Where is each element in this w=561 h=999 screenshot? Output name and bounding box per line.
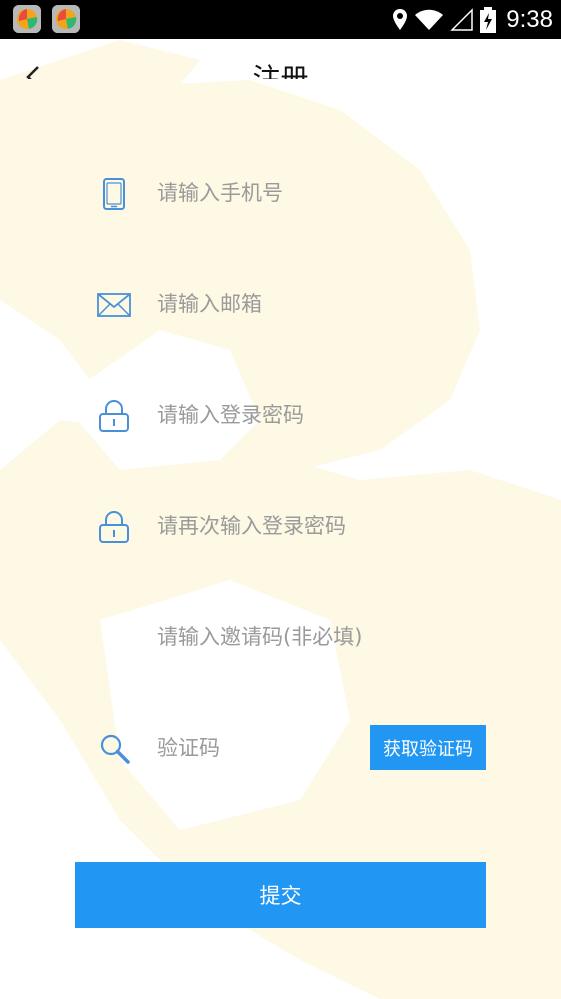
phone-input[interactable] — [157, 176, 487, 210]
page-title: 注册 — [252, 62, 309, 79]
invite-row — [0, 606, 561, 666]
signal-icon — [450, 7, 474, 31]
app-icon — [13, 5, 41, 33]
get-code-button[interactable]: 获取验证码 — [370, 725, 486, 770]
confirm-password-input[interactable] — [157, 509, 487, 543]
wifi-icon — [415, 9, 444, 30]
lock-icon — [96, 398, 132, 434]
email-row — [0, 273, 561, 333]
email-input[interactable] — [157, 287, 487, 321]
status-bar: 9:38 — [0, 0, 561, 39]
invite-code-input[interactable] — [157, 620, 487, 654]
battery-charging-icon — [480, 6, 497, 33]
register-screen: 9:38 注册 请输入手机号 请输入邮箱 请输入邀请码(非必填) 验证码 获取验… — [0, 0, 561, 999]
mail-icon — [96, 287, 132, 323]
location-icon — [393, 8, 408, 30]
clock: 9:38 — [506, 5, 553, 33]
password-input[interactable] — [157, 398, 487, 432]
app-icon — [52, 5, 80, 33]
phone-icon — [96, 176, 132, 212]
verification-code-input[interactable] — [157, 731, 357, 765]
password-row — [0, 384, 561, 444]
lock-icon — [96, 509, 132, 545]
phone-row — [0, 162, 561, 222]
submit-button[interactable]: 提交 — [75, 862, 486, 928]
search-icon — [96, 731, 132, 767]
header: 注册 — [0, 39, 561, 79]
confirm-password-row — [0, 495, 561, 555]
